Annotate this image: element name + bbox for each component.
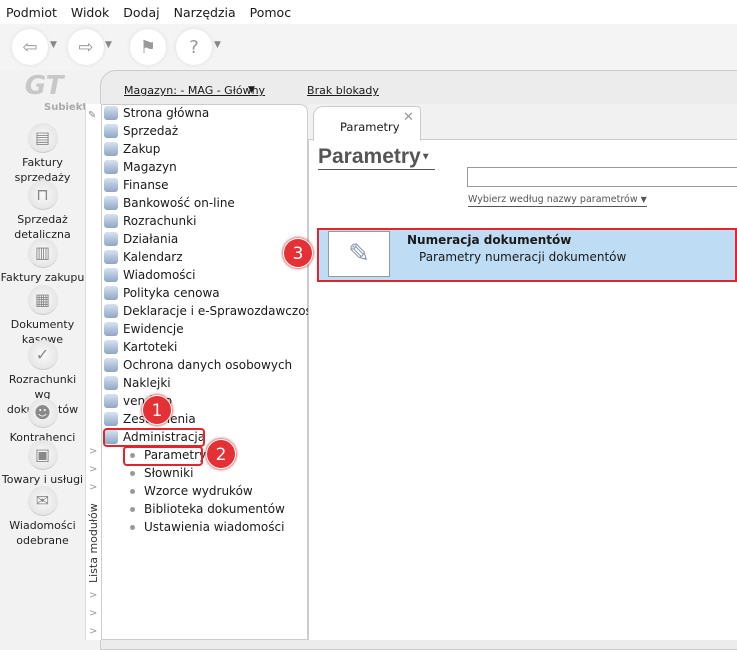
menu-dodaj[interactable]: Dodaj	[123, 5, 159, 20]
module-icon	[104, 124, 118, 138]
module-icon	[104, 268, 118, 282]
tree-item[interactable]: Strona główna	[104, 104, 209, 122]
module-icon	[104, 286, 118, 300]
module-icon	[104, 214, 118, 228]
sidebar-item-wiadomosci[interactable]: ✉ Wiadomości odebrane	[0, 486, 85, 548]
books-icon: ▥	[27, 238, 58, 268]
bullet-icon	[130, 506, 135, 512]
tree-item[interactable]: Ewidencje	[104, 320, 184, 338]
module-icon	[104, 394, 118, 408]
filter-dropdown[interactable]: Wybierz według nazwy parametrów ▼	[468, 194, 647, 207]
lock-status-link[interactable]: Brak blokady	[307, 84, 379, 97]
menu-narzedzia[interactable]: Narzędzia	[174, 5, 236, 20]
back-dropdown-icon[interactable]: ▼	[50, 40, 57, 50]
module-icon	[104, 178, 118, 192]
tree-item[interactable]: Działania	[104, 230, 178, 248]
sidebar-item-sprzedaz-detaliczna[interactable]: ⊓ Sprzedaż detaliczna	[0, 180, 85, 242]
basket-icon: ⊓	[27, 180, 58, 210]
tree-subitem[interactable]: Biblioteka dokumentów	[130, 500, 285, 518]
bullet-icon	[130, 524, 135, 530]
chevron-right-icon[interactable]: >	[89, 626, 97, 637]
cash-register-icon: ▦	[27, 285, 58, 315]
tree-subitem[interactable]: Ustawienia wiadomości	[130, 518, 284, 536]
tree-item[interactable]: Bankowość on-line	[104, 194, 235, 212]
module-icon	[104, 304, 118, 318]
tree-item[interactable]: Naklejki	[104, 374, 171, 392]
tree-item[interactable]: Kartoteki	[104, 338, 177, 356]
chevron-right-icon[interactable]: >	[89, 464, 97, 475]
module-icon	[104, 232, 118, 246]
highlight-administracja	[103, 428, 205, 447]
help-dropdown-icon[interactable]: ▼	[214, 40, 221, 50]
pin-icon[interactable]: ✎	[88, 110, 96, 121]
module-icon	[104, 376, 118, 390]
person-icon: ☻	[27, 398, 58, 428]
module-list-label[interactable]: Lista modułów	[87, 503, 100, 583]
tree-item[interactable]: Sprzedaż	[104, 122, 178, 140]
sidebar-item-towary[interactable]: ▣ Towary i usługi	[0, 440, 85, 487]
sidebar-item-faktury-sprzedazy[interactable]: ▤ Faktury sprzedaży	[0, 123, 85, 185]
chevron-right-icon[interactable]: >	[89, 482, 97, 493]
document-edit-icon: ✎	[328, 231, 390, 277]
module-icon	[104, 250, 118, 264]
item-subtitle: Parametry numeracji dokumentów	[419, 250, 627, 264]
tree-item[interactable]: Deklaracje i e-Sprawozdawczość	[104, 302, 318, 320]
forward-dropdown-icon[interactable]: ▼	[105, 40, 112, 50]
menu-widok[interactable]: Widok	[71, 5, 109, 20]
message-icon: ✉	[27, 486, 58, 516]
warehouse-dropdown-icon[interactable]: ▼	[248, 85, 255, 95]
tree-item[interactable]: Magazyn	[104, 158, 177, 176]
tree-item[interactable]: Zakup	[104, 140, 160, 158]
menu-bar: Podmiot Widok Dodaj Narzędzia Pomoc	[0, 0, 737, 24]
chevron-right-icon[interactable]: >	[89, 446, 97, 457]
sidebar-item-dokumenty-kasowe[interactable]: ▦Dokumenty kasowe	[0, 285, 85, 347]
step-badge-2: 2	[206, 439, 236, 469]
module-icon	[104, 142, 118, 156]
checkmark-docs-icon: ✓	[27, 340, 58, 370]
help-icon[interactable]: ?	[176, 29, 212, 65]
module-icon	[104, 160, 118, 174]
chevron-right-icon[interactable]: >	[89, 608, 97, 619]
chevron-down-icon: ▼	[420, 151, 431, 163]
sidebar-item-kontrahenci[interactable]: ☻ Kontrahenci	[0, 398, 85, 445]
tree-item[interactable]: Finanse	[104, 176, 169, 194]
chevron-down-icon: ▼	[640, 195, 647, 204]
tree-item[interactable]: Wiadomości	[104, 266, 195, 284]
product-icon: ▣	[27, 440, 58, 470]
tree-item[interactable]: Kalendarz	[104, 248, 183, 266]
chevron-right-icon[interactable]: >	[89, 590, 97, 601]
warehouse-selector[interactable]: Magazyn: - MAG - Główny	[124, 84, 265, 97]
tree-subitem[interactable]: Słowniki	[130, 464, 193, 482]
module-icon	[104, 196, 118, 210]
highlight-parametry	[123, 446, 203, 466]
toolbar: ⇦ ▼ ⇨ ▼ ⚑ ? ▼	[0, 24, 737, 70]
module-icon	[104, 322, 118, 336]
coins-icon: ▤	[27, 123, 58, 153]
menu-pomoc[interactable]: Pomoc	[250, 5, 291, 20]
item-title: Numeracja dokumentów	[407, 233, 572, 247]
logo-name: Subiekt	[44, 101, 88, 113]
step-badge-1: 1	[142, 395, 172, 425]
subiekt-logo: GT Subiekt	[14, 71, 87, 114]
tree-subitem[interactable]: Wzorce wydruków	[130, 482, 253, 500]
bullet-icon	[130, 470, 135, 476]
forward-arrow-icon[interactable]: ⇨	[68, 29, 104, 65]
module-icon	[104, 412, 118, 426]
tree-item[interactable]: Polityka cenowa	[104, 284, 220, 302]
module-icon	[104, 358, 118, 372]
logo-mark: GT	[24, 71, 64, 101]
page-title[interactable]: Parametry▼	[318, 145, 435, 171]
bullet-icon	[130, 488, 135, 494]
tree-item[interactable]: Rozrachunki	[104, 212, 196, 230]
module-icon	[104, 106, 118, 120]
tree-item[interactable]: Ochrona danych osobowych	[104, 356, 292, 374]
menu-podmiot[interactable]: Podmiot	[6, 5, 57, 20]
back-arrow-icon[interactable]: ⇦	[12, 29, 48, 65]
module-icon	[104, 340, 118, 354]
sidebar-item-faktury-zakupu[interactable]: ▥ Faktury zakupu	[0, 238, 85, 285]
close-icon[interactable]: ✕	[403, 110, 414, 125]
search-input[interactable]	[467, 167, 737, 187]
step-badge-3: 3	[283, 238, 313, 268]
flag-icon[interactable]: ⚑	[130, 29, 166, 65]
